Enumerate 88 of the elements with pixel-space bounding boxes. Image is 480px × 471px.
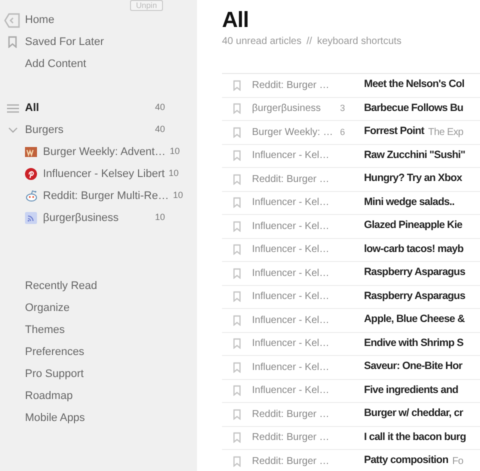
nav-item[interactable]: Add Content — [25, 56, 86, 72]
bookmark-icon[interactable] — [233, 103, 241, 114]
feed-item[interactable]: Reddit: Burger Multi-Re… — [43, 188, 169, 204]
home-icon — [4, 12, 21, 28]
engagement-count: 6 — [340, 126, 346, 138]
bookmark-icon[interactable] — [233, 456, 241, 467]
feed-logo-icon — [25, 147, 37, 157]
article-title[interactable]: Burger w/ cheddar, cr — [364, 406, 463, 422]
article-title[interactable]: Raspberry Asparagus — [364, 265, 466, 282]
article-title[interactable]: Saveur: One-Bite Hor — [364, 359, 462, 376]
engagement-count: 3 — [340, 102, 346, 115]
article-source: Influencer - Kel… — [252, 266, 330, 281]
unread-count: 10 — [154, 211, 165, 224]
separator-text: // — [306, 35, 312, 49]
article-title[interactable]: I call it the bacon burg — [364, 430, 466, 446]
unread-count: 10 — [168, 167, 179, 180]
article-title[interactable]: Raw Zucchini "Sushi" — [364, 148, 466, 164]
alien-logo-icon — [25, 190, 38, 202]
article-source: Influencer - Kel… — [252, 384, 330, 398]
bookmark-icon[interactable] — [233, 338, 241, 350]
pin-logo-icon — [25, 168, 37, 180]
menu-link[interactable]: Mobile Apps — [25, 410, 85, 426]
article-source: Reddit: Burger … — [252, 431, 330, 446]
unread-count: 40 — [154, 101, 165, 114]
nav-item[interactable]: Saved For Later — [25, 34, 104, 50]
list-icon — [6, 104, 18, 112]
article-source: βurgerβusiness — [252, 102, 321, 116]
article-title[interactable]: Mini wedge salads.. — [364, 194, 454, 211]
menu-link[interactable]: Organize — [25, 300, 70, 316]
menu-link[interactable]: Themes — [25, 322, 65, 338]
article-title[interactable]: Endive with Shrimp S — [364, 336, 464, 352]
unread-summary: 40 unread articles — [222, 35, 302, 49]
menu-link[interactable]: Roadmap — [25, 388, 73, 404]
bookmark-icon[interactable] — [233, 126, 241, 138]
menu-link[interactable]: Recently Read — [25, 278, 98, 294]
nav-item[interactable]: Home — [25, 12, 54, 28]
article-source: Influencer - Kel… — [252, 314, 330, 328]
all-feeds-item[interactable]: All — [25, 100, 155, 116]
article-title[interactable]: Barbecue Follows Bu — [364, 100, 464, 117]
feed-item[interactable]: Influencer - Kelsey Libert — [43, 166, 165, 182]
bookmark-icon[interactable] — [233, 268, 241, 279]
article-title[interactable]: Forrest Point — [364, 124, 424, 140]
menu-link[interactable]: Pro Support — [25, 366, 84, 382]
article-title[interactable]: Hungry? Try an Xbox — [364, 171, 462, 188]
bookmark-icon[interactable] — [233, 244, 241, 256]
article-title[interactable]: Glazed Pineapple Kie — [364, 218, 462, 234]
unread-count: 10 — [172, 189, 183, 202]
rss-icon — [25, 212, 37, 224]
article-title[interactable]: Meet the Nelson's Col — [364, 77, 464, 94]
feed-item[interactable]: Burger Weekly: Advent… — [43, 144, 166, 160]
article-title[interactable]: Five ingredients and — [364, 382, 458, 399]
article-source: Influencer - Kel… — [252, 290, 330, 304]
article-title[interactable]: low-carb tacos! mayb — [364, 242, 464, 258]
bookmark-icon[interactable] — [233, 174, 241, 185]
article-source: Burger Weekly: … — [252, 126, 333, 140]
article-snippet: The Exp — [428, 126, 464, 140]
bookmark-icon[interactable] — [233, 362, 241, 373]
category-item[interactable]: Burgers — [25, 122, 155, 138]
bookmark-icon[interactable] — [233, 432, 241, 444]
article-source: Reddit: Burger … — [252, 78, 330, 93]
article-title[interactable]: Raspberry Asparagus — [364, 288, 466, 305]
bookmark-icon[interactable] — [233, 385, 241, 396]
bookmark-icon[interactable] — [233, 197, 241, 208]
bookmark-icon — [8, 36, 17, 48]
article-title[interactable]: Patty composition — [364, 453, 448, 470]
article-source: Reddit: Burger … — [252, 454, 330, 469]
chevron-icon[interactable] — [8, 127, 18, 133]
article-source: Influencer - Kel… — [252, 220, 330, 234]
bookmark-icon[interactable] — [233, 408, 241, 420]
bookmark-icon[interactable] — [233, 314, 241, 326]
article-source: Influencer - Kel… — [252, 196, 330, 210]
article-source: Influencer - Kel… — [252, 243, 330, 258]
feed-item[interactable]: βurgerβusiness — [43, 210, 151, 226]
bookmark-icon[interactable] — [233, 291, 241, 302]
unread-count: 10 — [170, 145, 180, 158]
article-source: Influencer - Kel… — [252, 149, 330, 164]
article-title[interactable]: Apple, Blue Cheese & — [364, 312, 465, 328]
article-source: Reddit: Burger … — [252, 408, 330, 422]
bookmark-icon[interactable] — [233, 150, 241, 162]
unread-count: 40 — [154, 123, 165, 136]
page-title: All — [222, 8, 250, 32]
article-source: Reddit: Burger … — [252, 172, 330, 187]
bookmark-icon[interactable] — [233, 220, 241, 232]
article-snippet: Fo — [452, 454, 464, 469]
bookmark-icon[interactable] — [233, 80, 241, 91]
article-source: Influencer - Kel… — [252, 337, 330, 352]
article-source: Influencer - Kel… — [252, 360, 330, 375]
menu-link[interactable]: Preferences — [25, 344, 84, 360]
